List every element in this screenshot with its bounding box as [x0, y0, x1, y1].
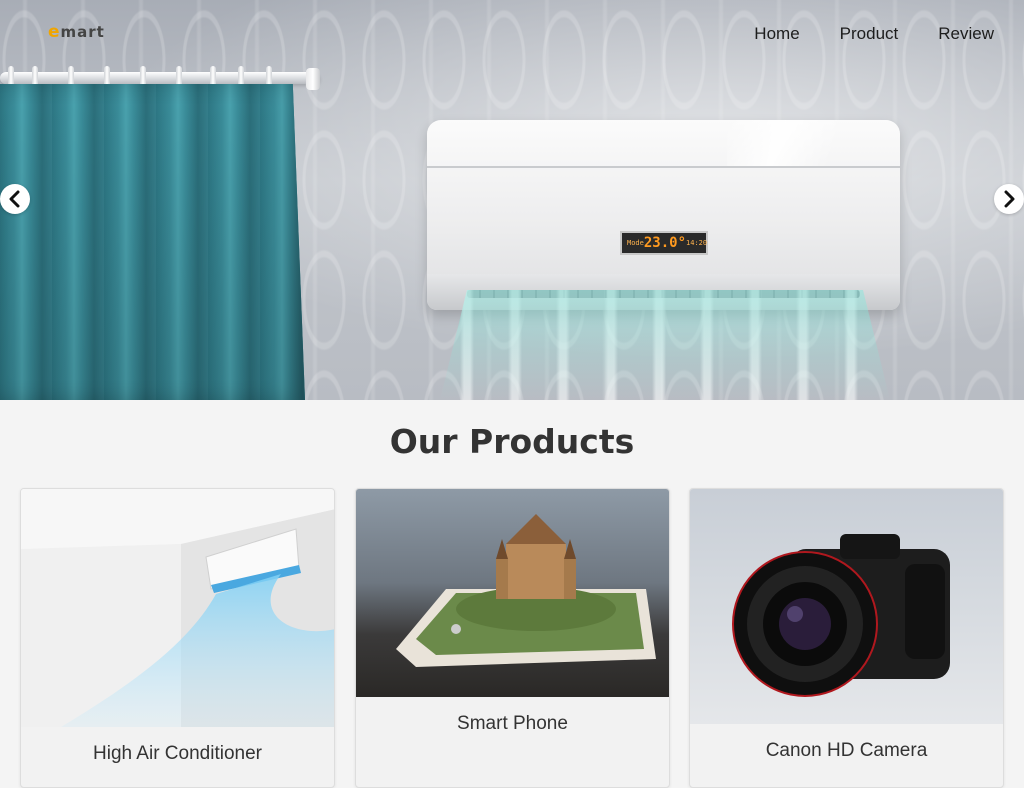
ac-display-mode: Mode [627, 239, 644, 247]
product-card[interactable]: Smart Phone [355, 488, 670, 788]
product-image [356, 489, 669, 697]
camera-image [732, 534, 950, 697]
logo-prefix: e [48, 22, 61, 42]
product-image [690, 489, 1003, 724]
brand-logo[interactable]: emart [48, 22, 105, 42]
carousel-next-button[interactable] [994, 184, 1024, 214]
ac-display: Mode 23.0° 14:20 [620, 231, 708, 255]
ac-panel-line [427, 166, 900, 168]
nav-home[interactable]: Home [754, 24, 799, 44]
logo-text: mart [60, 23, 105, 41]
hero-carousel: emart Home Product Review Mode 23.0° 14:… [0, 0, 1024, 400]
chevron-left-icon [9, 190, 20, 208]
nav-product[interactable]: Product [840, 24, 899, 44]
product-name: Canon HD Camera [765, 740, 928, 761]
curtain-illustration [0, 84, 305, 400]
product-image [21, 489, 334, 727]
product-card[interactable]: Canon HD Camera [689, 488, 1004, 788]
nav-review[interactable]: Review [938, 24, 994, 44]
section-title: Our Products [389, 422, 635, 461]
chevron-right-icon [1004, 190, 1015, 208]
smart-phone-image [396, 514, 656, 667]
product-card[interactable]: High Air Conditioner [20, 488, 335, 788]
main-nav: Home Product Review [754, 24, 994, 44]
carousel-prev-button[interactable] [0, 184, 30, 214]
ac-display-temp: 23.0° [643, 235, 687, 251]
product-name: Smart Phone [457, 713, 568, 734]
air-conditioner-illustration: Mode 23.0° 14:20 [427, 120, 907, 310]
product-name: High Air Conditioner [93, 743, 262, 764]
airflow-illustration [440, 290, 890, 400]
ac-display-time: 14:20 [686, 239, 708, 247]
curtain-rod-end [306, 68, 320, 90]
ac-gloss [727, 120, 907, 166]
air-conditioner-image [21, 489, 334, 727]
curtain-rod [0, 72, 320, 84]
